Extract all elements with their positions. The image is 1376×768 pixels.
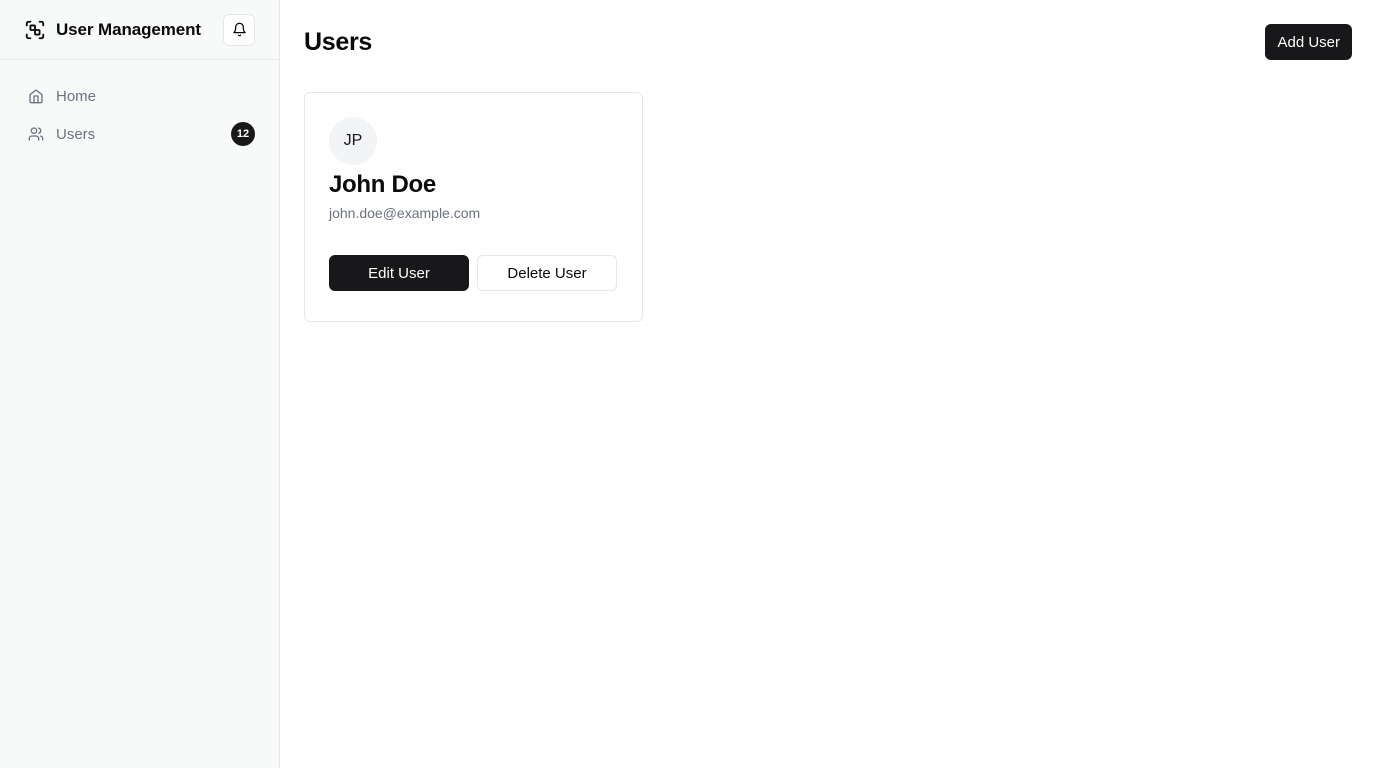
scan-face-icon [24,19,46,41]
user-email: john.doe@example.com [329,205,481,221]
user-name: John Doe [329,171,436,198]
sidebar-header: User Management [0,0,279,60]
edit-user-button[interactable]: Edit User [329,255,469,291]
sidebar-item-users[interactable]: Users 12 [16,118,263,150]
app-title: User Management [56,19,201,39]
sidebar-item-label: Home [56,87,97,105]
avatar-initials: JP [343,132,363,149]
user-card: JP John Doe john.doe@example.com Edit Us… [304,92,643,322]
users-count-badge: 12 [231,122,255,146]
main-header: Users Add User [304,24,1352,60]
sidebar-nav: Home Users 12 [0,60,279,170]
users-icon [28,126,44,142]
add-user-button[interactable]: Add User [1265,24,1352,60]
sidebar-item-home[interactable]: Home [16,80,263,112]
card-actions: Edit User Delete User [329,255,618,291]
sidebar: User Management Home Users 12 [0,0,280,768]
app-root: User Management Home Users 12 Users Add … [0,0,1376,768]
home-icon [28,88,44,104]
brand[interactable]: User Management [24,19,201,41]
page-title: Users [304,27,372,56]
notifications-button[interactable] [223,13,255,46]
main-content: Users Add User JP John Doe john.doe@exam… [280,0,1376,768]
sidebar-item-label: Users [56,125,96,143]
avatar: JP [329,117,377,165]
bell-icon [232,22,247,37]
delete-user-button[interactable]: Delete User [477,255,617,291]
